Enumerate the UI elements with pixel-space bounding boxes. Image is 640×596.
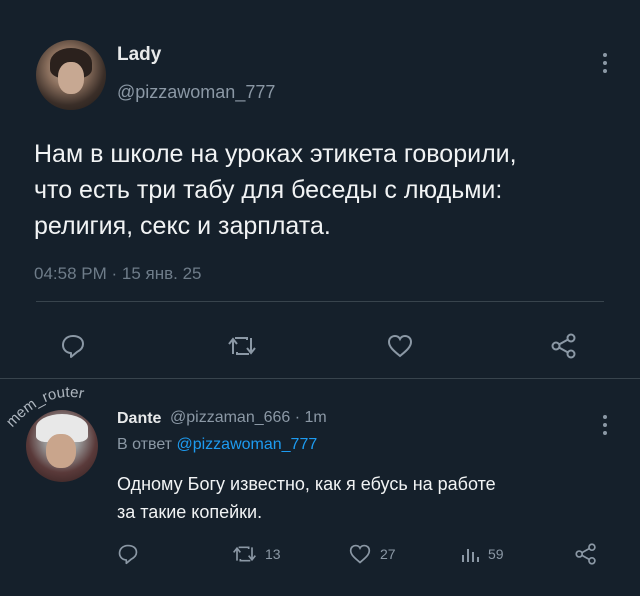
share-button[interactable]: [574, 543, 598, 565]
like-button[interactable]: [386, 333, 414, 359]
like-icon: [387, 334, 413, 358]
avatar[interactable]: [26, 410, 98, 482]
retweet-button[interactable]: [227, 334, 257, 358]
views-button[interactable]: 59: [460, 544, 504, 564]
retweet-count: 13: [265, 546, 281, 562]
like-button[interactable]: 27: [348, 543, 396, 565]
more-options-icon[interactable]: [600, 52, 610, 74]
divider: [36, 301, 604, 302]
retweet-icon: [228, 337, 256, 355]
share-icon: [575, 543, 596, 565]
retweet-button[interactable]: 13: [232, 544, 281, 564]
main-tweet: Lady @pizzawoman_777 Нам в школе на урок…: [0, 0, 640, 378]
retweet-icon: [233, 546, 256, 562]
views-count: 59: [488, 546, 504, 562]
reply-button[interactable]: [117, 543, 139, 565]
reply-to: В ответ @pizzawoman_777: [117, 436, 317, 454]
more-options-icon[interactable]: [600, 414, 610, 436]
display-name[interactable]: Dante: [117, 410, 161, 428]
reply-button[interactable]: [60, 333, 86, 359]
share-icon: [551, 333, 576, 359]
share-button[interactable]: [550, 333, 578, 359]
like-count: 27: [380, 546, 396, 562]
reply-to-label: В ответ: [117, 436, 173, 453]
handle-meta[interactable]: @pizzaman_666 · 1m: [170, 409, 327, 427]
like-icon: [349, 544, 371, 564]
reply-mention-link[interactable]: @pizzawoman_777: [176, 436, 317, 453]
tweet-text-line: Одному Богу известно, как я ебусь на раб…: [117, 474, 496, 494]
tweet-text-line: за такие копейки.: [117, 502, 263, 522]
handle[interactable]: @pizzawoman_777: [117, 82, 275, 103]
tweet-text-line: религия, секс и зарплата.: [34, 212, 331, 240]
tweet-text-line: что есть три табу для беседы с людьми:: [34, 176, 503, 204]
display-name[interactable]: Lady: [117, 44, 161, 66]
tweet-text-line: Нам в школе на уроках этикета говорили,: [34, 140, 517, 168]
reply-icon: [118, 544, 138, 565]
reply-icon: [62, 335, 84, 358]
timestamp[interactable]: 04:58 PM · 15 янв. 25: [34, 264, 202, 284]
views-icon: [462, 549, 479, 562]
avatar[interactable]: [36, 40, 106, 110]
